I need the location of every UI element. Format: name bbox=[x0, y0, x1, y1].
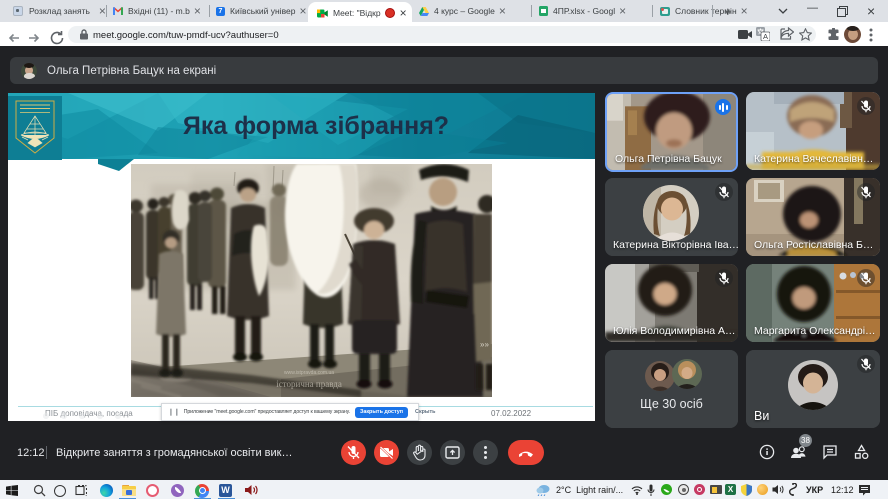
svg-text:www.istpravda.com.ua: www.istpravda.com.ua bbox=[284, 370, 334, 376]
svg-text:A: A bbox=[763, 32, 768, 41]
svg-text:історична правда: історична правда bbox=[276, 379, 342, 389]
svg-text:Яка форма зібрання?: Яка форма зібрання? bbox=[183, 112, 449, 140]
svg-text:»»: »» bbox=[480, 340, 489, 349]
